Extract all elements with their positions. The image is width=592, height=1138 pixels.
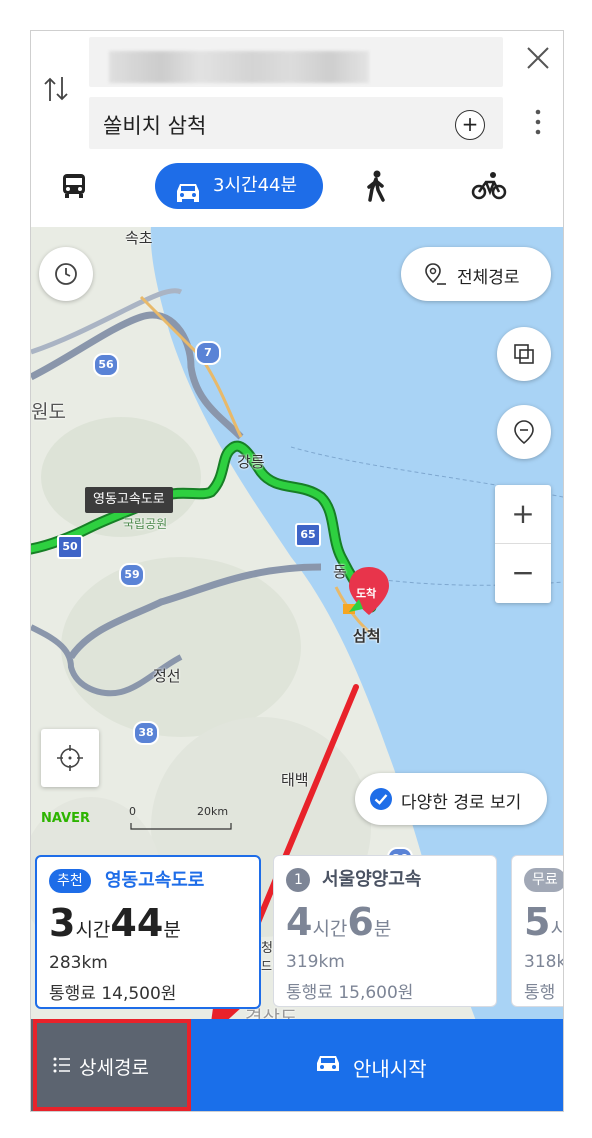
- car-icon: [317, 1056, 339, 1071]
- route-search-header: 쏠비치 삼척 + 3시간44분: [31, 31, 563, 227]
- bus-icon[interactable]: [59, 171, 89, 201]
- location-pin-button[interactable]: [497, 405, 551, 459]
- arrival-marker-label: 도착: [356, 587, 377, 600]
- zoom-control: + −: [495, 485, 551, 603]
- route-toll: 통행료 14,500원: [49, 984, 177, 1004]
- route-card-recommended[interactable]: 추천 영동고속도로 3시간44분 283km 통행료 14,500원: [35, 855, 261, 1009]
- zoom-in-button[interactable]: +: [495, 485, 551, 544]
- place-gangwon: 원도: [31, 401, 66, 423]
- route-tag-recommended: 추천: [49, 869, 91, 893]
- route-duration: 4시간6분: [286, 900, 392, 944]
- route-duration: 5시: [524, 900, 563, 944]
- car-icon: [173, 175, 203, 202]
- add-waypoint-button[interactable]: +: [455, 110, 485, 140]
- red-annotation-box: [33, 1019, 191, 1111]
- full-route-label: 전체경로: [457, 268, 520, 288]
- route-name: 서울양양고속: [322, 869, 422, 890]
- various-routes-label: 다양한 경로 보기: [401, 793, 522, 813]
- full-route-button[interactable]: 전체경로: [401, 247, 551, 301]
- car-time-label: 3시간44분: [213, 175, 298, 196]
- check-circle-icon: [370, 788, 392, 810]
- start-navigation-button[interactable]: 안내시작: [187, 1019, 563, 1111]
- route-pin-icon: [425, 263, 446, 285]
- road-name-tooltip: 영동고속도로: [85, 487, 173, 513]
- route-card-alt-1[interactable]: 1 서울양양고속 4시간6분 319km 통행료 15,600원: [273, 855, 497, 1007]
- route-tag-number: 1: [286, 868, 310, 892]
- route-card-free[interactable]: 무료 5시 318k 통행: [511, 855, 564, 1007]
- bike-icon[interactable]: [471, 171, 507, 201]
- place-dong: 동: [333, 563, 347, 581]
- various-routes-button[interactable]: 다양한 경로 보기: [355, 773, 547, 825]
- zoom-out-label: −: [511, 556, 535, 589]
- route-shield-56: 56: [93, 353, 119, 377]
- route-toll: 통행: [524, 983, 556, 1003]
- scale-zero: 0: [129, 805, 136, 818]
- more-options-icon[interactable]: [531, 107, 545, 137]
- car-mode-tab[interactable]: 3시간44분: [155, 163, 323, 209]
- transport-modes: 3시간44분: [31, 163, 563, 215]
- app-window: 쏠비치 삼척 + 3시간44분 속초 원도 강릉 국립공원 동 삼척 정선 태백…: [30, 30, 564, 1112]
- swap-icon[interactable]: [41, 71, 71, 107]
- clock-icon: [55, 263, 77, 285]
- route-shield-65: 65: [295, 523, 321, 547]
- zoom-in-label: +: [511, 497, 535, 530]
- bottom-action-bar: 상세경로 안내시작: [31, 1019, 563, 1111]
- layers-icon: [514, 344, 534, 364]
- route-shield-59: 59: [119, 563, 145, 587]
- place-jeongseon: 정선: [153, 667, 181, 685]
- road-name-text: 영동고속도로: [93, 492, 165, 507]
- route-distance: 283km: [49, 953, 108, 973]
- zoom-out-button[interactable]: −: [495, 544, 551, 602]
- blurred-origin: [109, 51, 369, 83]
- walk-icon[interactable]: [363, 169, 389, 203]
- layers-button[interactable]: [497, 327, 551, 381]
- route-toll: 통행료 15,600원: [286, 983, 414, 1003]
- route-distance: 318k: [524, 952, 564, 972]
- place-gangneung: 강릉: [237, 453, 265, 471]
- scale-distance: 20km: [197, 805, 229, 818]
- origin-field[interactable]: [89, 37, 503, 87]
- place-cheong: 청: [261, 941, 273, 956]
- naver-logo: NAVER: [41, 811, 91, 826]
- history-button[interactable]: [39, 247, 93, 301]
- destination-field[interactable]: 쏠비치 삼척 +: [89, 97, 503, 149]
- place-sokcho: 속초: [125, 229, 153, 247]
- route-shield-38: 38: [133, 721, 159, 745]
- start-navigation-label: 안내시작: [353, 1057, 427, 1081]
- route-distance: 319km: [286, 952, 345, 972]
- pin-icon: [514, 420, 534, 445]
- route-tag-free: 무료: [524, 868, 563, 892]
- my-location-button[interactable]: [41, 729, 99, 787]
- route-shield-50: 50: [57, 535, 83, 559]
- route-duration: 3시간44분: [49, 901, 181, 945]
- place-park: 국립공원: [123, 517, 168, 531]
- route-name: 영동고속도로: [105, 870, 205, 891]
- place-samcheok: 삼척: [353, 627, 381, 645]
- route-shield-7: 7: [195, 341, 221, 365]
- place-taebaek: 태백: [281, 771, 309, 789]
- close-icon[interactable]: [525, 45, 551, 71]
- crosshair-icon: [57, 745, 83, 771]
- destination-text: 쏠비치 삼척: [103, 114, 207, 138]
